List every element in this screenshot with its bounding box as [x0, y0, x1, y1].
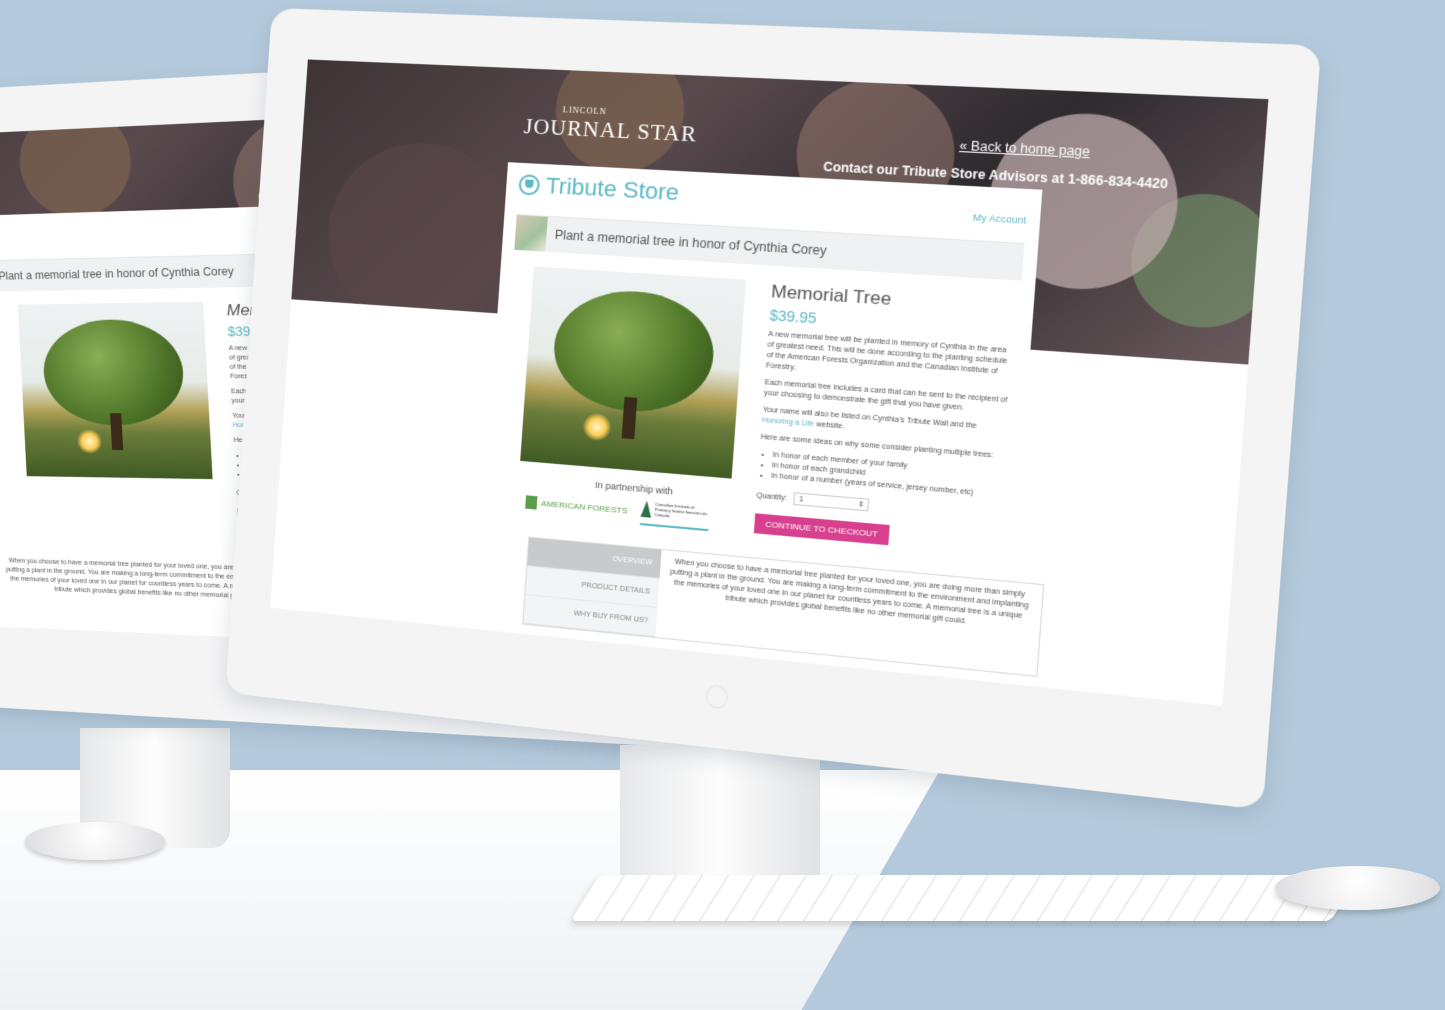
honoring-a-life-link[interactable]: Honoring a Life: [762, 417, 814, 428]
honor-text: Plant a memorial tree in honor of Cynthi…: [0, 264, 235, 283]
back-to-home-link[interactable]: « Back to home page: [959, 138, 1091, 159]
my-account-link[interactable]: My Account: [973, 212, 1027, 226]
honor-text: Plant a memorial tree in honor of Cynthi…: [554, 227, 828, 259]
product-info: Memorial Tree $39.95 A new memorial tree…: [753, 281, 1018, 555]
quantity-value: 1: [798, 495, 804, 504]
deceased-photo-thumbnail: [514, 215, 548, 252]
tab-list: OVERVIEW PRODUCT DETAILS WHY BUY FROM US…: [523, 537, 662, 637]
monitor-screen: LINCOLN JOURNAL STAR « Back to home page…: [270, 59, 1269, 706]
american-forests-icon: [525, 495, 538, 510]
tribute-store-icon: [518, 174, 541, 196]
tribute-store-page: LINCOLN JOURNAL STAR « Back to home page…: [270, 59, 1269, 706]
canadian-institute-of-forestry-logo: Canadian Institute of Forestry Institut …: [639, 500, 711, 532]
tree-icon: [640, 500, 653, 518]
store-title: Tribute Store: [544, 172, 680, 206]
american-forests-logo: AMERICAN FORESTS: [525, 495, 628, 517]
quantity-label: Quantity:: [756, 491, 788, 502]
store-header: Tribute Store: [518, 171, 680, 206]
keyboard: [570, 875, 1360, 921]
memorial-tree-image: [520, 266, 746, 479]
side-mouse: [25, 822, 165, 860]
quantity-stepper[interactable]: 1 ⇕: [793, 492, 870, 512]
mouse: [1275, 866, 1440, 910]
apple-logo-icon: [705, 684, 729, 710]
memorial-tree-image: [17, 301, 213, 480]
main-monitor: LINCOLN JOURNAL STAR « Back to home page…: [225, 8, 1322, 810]
journal-star-logo[interactable]: LINCOLN JOURNAL STAR: [523, 105, 698, 148]
stepper-arrows-icon[interactable]: ⇕: [857, 500, 864, 509]
continue-to-checkout-button[interactable]: CONTINUE TO CHECKOUT: [753, 513, 890, 546]
partnership-label: In partnership with: [594, 479, 674, 497]
